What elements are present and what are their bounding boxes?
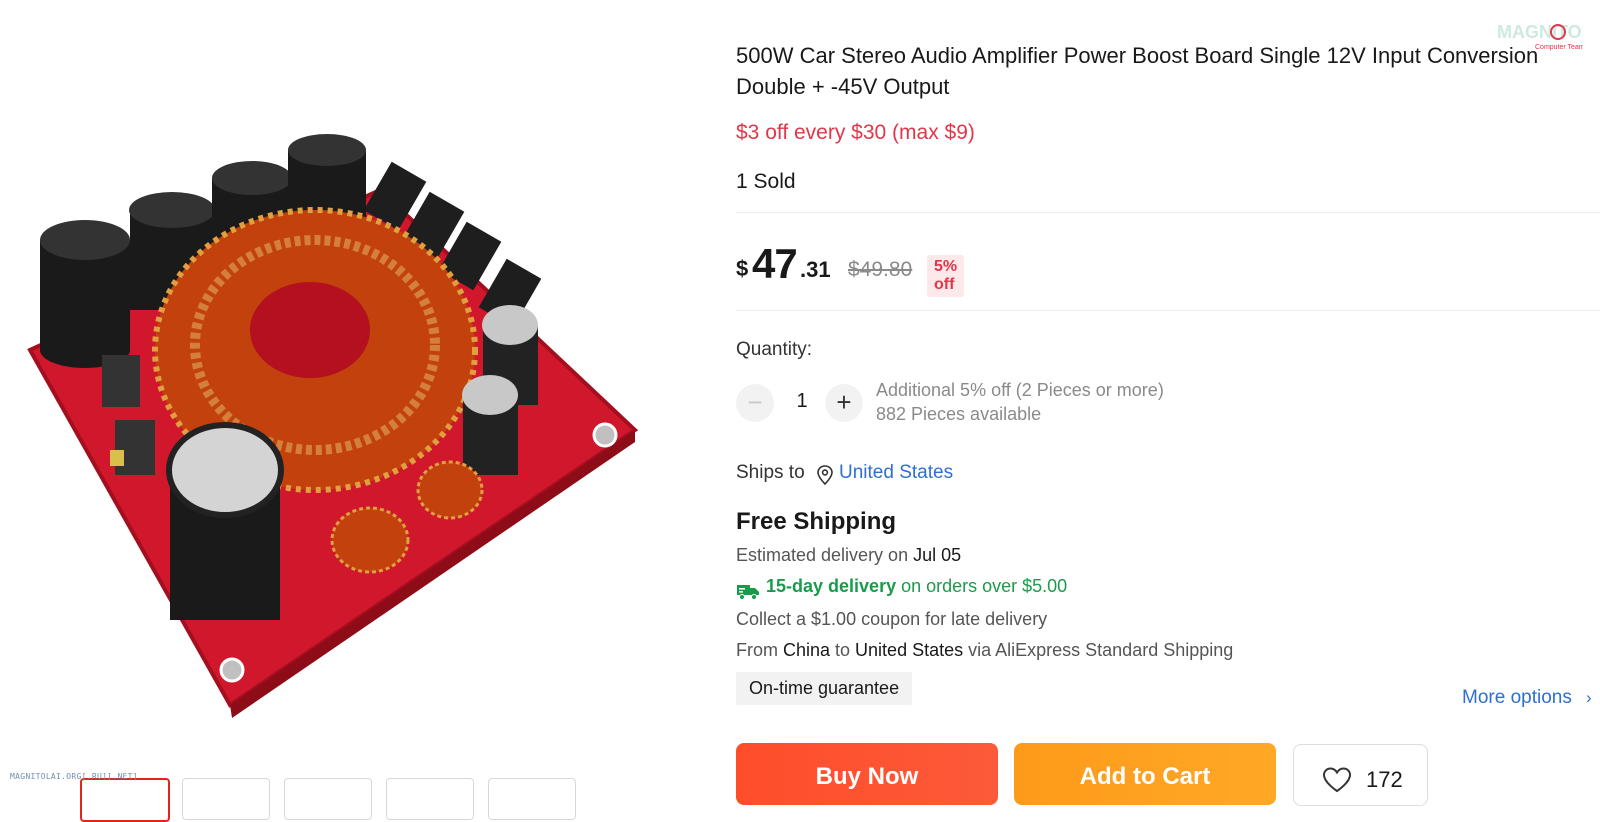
divider [736, 310, 1600, 311]
more-options-link[interactable]: More options [1462, 687, 1572, 709]
product-gallery: MAGNITOLAI.ORG[.RU][.NET] [0, 0, 700, 822]
est-date: Jul 05 [913, 545, 962, 565]
discount-badge: 5% off [927, 255, 965, 297]
promo-text[interactable]: $3 off every $30 (max $9) [736, 121, 975, 145]
route-destination: United States [855, 640, 964, 660]
price-currency: $ [736, 256, 749, 281]
shipping-route: From China to United States via AliExpre… [736, 640, 1233, 661]
quantity-increment-button[interactable]: + [825, 384, 863, 422]
buy-now-button[interactable]: Buy Now [736, 743, 998, 805]
thumbnail-5[interactable] [488, 778, 576, 820]
fast-delivery-text: 15-day delivery on orders over $5.00 [766, 576, 1067, 597]
ship-destination-link[interactable]: United States [839, 462, 953, 484]
thumbnail-2[interactable] [182, 778, 270, 820]
chevron-right-icon[interactable]: › [1586, 688, 1592, 708]
free-shipping-heading: Free Shipping [736, 508, 897, 535]
est-prefix: Estimated delivery on [736, 545, 914, 565]
add-to-cart-button[interactable]: Add to Cart [1014, 743, 1276, 805]
route-origin: China [783, 640, 831, 660]
thumbnail-1[interactable] [80, 778, 170, 822]
fast-delivery-rest: on orders over $5.00 [896, 576, 1068, 596]
product-title: 500W Car Stereo Audio Amplifier Power Bo… [736, 43, 1539, 99]
heart-icon [1322, 767, 1352, 793]
on-time-guarantee-badge[interactable]: On-time guarantee [736, 672, 913, 705]
product-info: 500W Car Stereo Audio Amplifier Power Bo… [736, 0, 1600, 806]
watermark-text: MAGNITOLAI.ORG[.RU][.NET] [10, 772, 138, 781]
route-via: via AliExpress Standard Shipping [963, 640, 1234, 660]
product-image[interactable] [20, 130, 660, 720]
price-decimal: .31 [800, 257, 831, 282]
late-delivery-coupon: Collect a $1.00 coupon for late delivery [736, 609, 1048, 629]
location-pin-icon [817, 465, 833, 485]
sold-count: 1 Sold [736, 170, 796, 193]
estimated-delivery: Estimated delivery on Jul 05 [736, 545, 961, 566]
stock-available: 882 Pieces available [876, 404, 1042, 424]
route-to: to [830, 640, 856, 660]
price-integer: 47 [752, 240, 798, 287]
route-from: From [736, 640, 783, 660]
thumbnail-4[interactable] [386, 778, 474, 820]
fast-delivery-bold: 15-day delivery [766, 576, 897, 596]
wishlist-count: 172 [1366, 767, 1403, 792]
quantity-input[interactable]: 1 [792, 390, 812, 413]
bulk-discount-note: Additional 5% off (2 Pieces or more) [876, 380, 1164, 400]
ships-to-label: Ships to [736, 462, 805, 483]
quantity-decrement-button[interactable]: − [736, 384, 774, 422]
thumbnail-3[interactable] [284, 778, 372, 820]
original-price: $49.80 [848, 258, 913, 281]
wishlist-button[interactable]: 172 [1293, 744, 1428, 806]
quantity-label: Quantity: [736, 339, 813, 360]
divider [736, 212, 1600, 213]
truck-icon [737, 585, 759, 600]
